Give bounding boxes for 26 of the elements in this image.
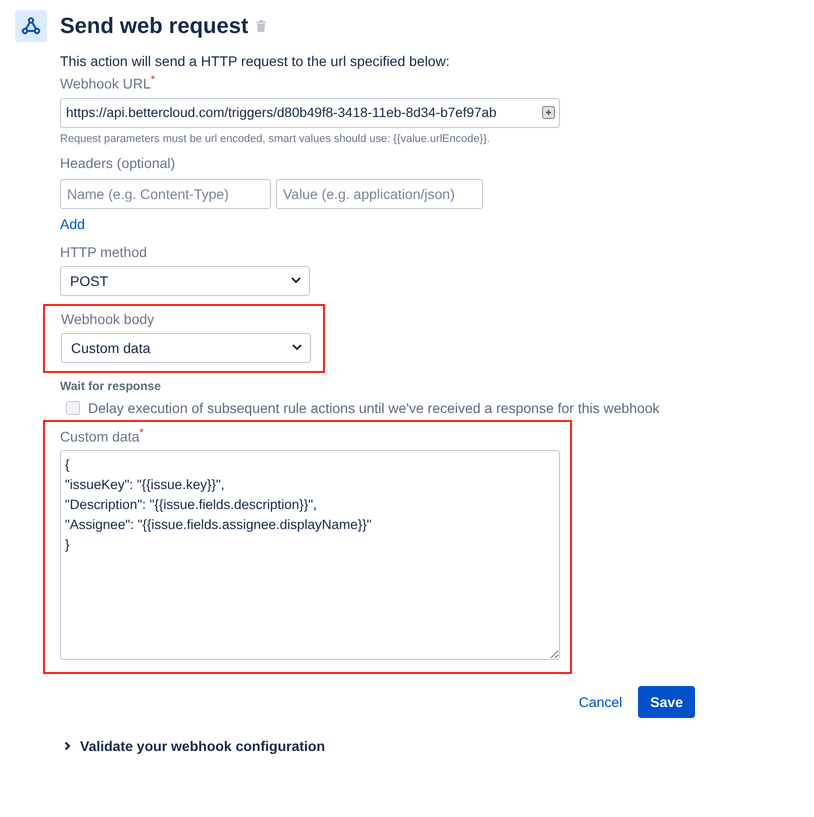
checkbox[interactable] <box>66 400 80 415</box>
page-title: Send web request <box>60 13 248 39</box>
chevron-icon[interactable] <box>64 741 71 752</box>
save-button[interactable]: Save <box>638 686 695 718</box>
webhook-icon <box>15 10 47 42</box>
custom-data-field[interactable]: { "issueKey": "{{issue.key}}", "Description": "{{issue.fields.description}}", "Assignee": "{{issue.fields.assignee.displayName}}" } <box>60 450 560 660</box>
field-label: Webhook URL$^{*}$ <box>60 74 156 92</box>
add-link[interactable]: Add <box>60 216 85 232</box>
password-manager-icon[interactable] <box>542 106 555 120</box>
hint-text: Request parameters must be url encoded, smart values should use: {{value.urlEncode}}. <box>60 132 491 145</box>
header-value-field[interactable]: Value (e.g. application/json) <box>276 178 483 209</box>
section-heading: Wait for response <box>60 378 162 393</box>
field-label: Custom data$^{*}$ <box>60 426 145 444</box>
url-field[interactable]: https://api.bettercloud.com/triggers/d80b49f8-3418-11eb-8d34-b7ef97ab <box>60 98 560 128</box>
field-label: Headers (optional) <box>60 154 176 171</box>
method-select[interactable]: POST <box>60 266 310 296</box>
checkbox-label: Delay execution of subsequent rule actions until we've received a response for this webhook <box>88 400 660 416</box>
header-name-field[interactable]: Name (e.g. Content-Type) <box>60 178 271 209</box>
chevron-down-icon <box>291 277 301 284</box>
chevron-down-icon <box>292 344 302 352</box>
cancel-button[interactable]: Cancel <box>570 686 630 718</box>
expander-label[interactable]: Validate your webhook configuration <box>80 738 326 754</box>
body-select[interactable]: Custom data <box>61 332 311 363</box>
description: This action will send a HTTP request to the url specified below: <box>60 53 451 69</box>
field-label: Webhook body <box>61 310 156 327</box>
field-label: HTTP method <box>60 244 148 260</box>
